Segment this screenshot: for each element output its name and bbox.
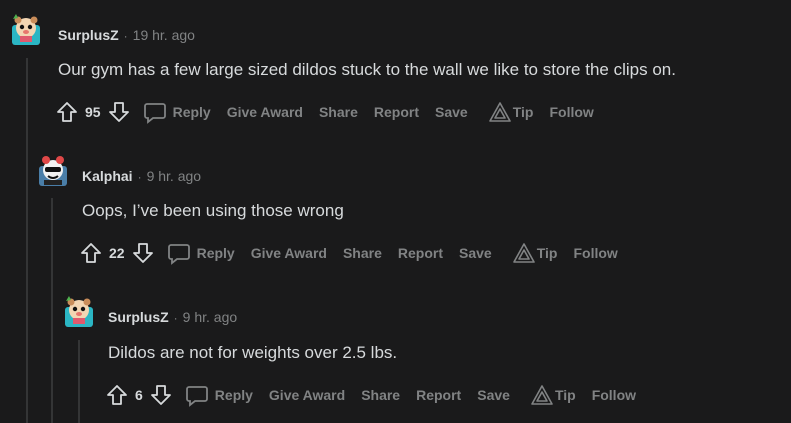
save-button[interactable]: Save — [435, 104, 468, 120]
comment-timestamp[interactable]: 19 hr. ago — [133, 27, 195, 43]
tip-label: Tip — [554, 387, 576, 403]
tip-label: Tip — [512, 104, 534, 120]
give-award-button[interactable]: Give Award — [269, 387, 345, 403]
report-button[interactable]: Report — [416, 387, 461, 403]
give-award-button[interactable]: Give Award — [227, 104, 303, 120]
follow-button[interactable]: Follow — [592, 387, 636, 403]
comment-actions: 95 Reply Give Award Share Report Save Ti… — [55, 98, 594, 126]
share-button[interactable]: Share — [319, 104, 358, 120]
comment-bubble-icon — [167, 244, 190, 265]
reply-button[interactable]: Reply — [167, 241, 235, 265]
reply-button[interactable]: Reply — [143, 100, 211, 124]
comment-author[interactable]: SurplusZ — [58, 27, 119, 43]
comment-body: Our gym has a few large sized dildos stu… — [58, 60, 676, 79]
share-button[interactable]: Share — [343, 245, 382, 261]
thread-line[interactable] — [78, 340, 80, 423]
thread-line[interactable] — [26, 58, 28, 423]
reply-label: Reply — [214, 387, 253, 403]
comment-body: Oops, I’ve been using those wrong — [82, 201, 344, 220]
comment-bubble-icon — [185, 386, 208, 407]
report-button[interactable]: Report — [374, 104, 419, 120]
vote-score: 95 — [85, 104, 101, 120]
save-button[interactable]: Save — [477, 387, 510, 403]
give-award-button[interactable]: Give Award — [251, 245, 327, 261]
tip-button[interactable]: Tip — [530, 384, 576, 406]
comment-actions: 6 Reply Give Award Share Report Save Tip… — [105, 381, 636, 409]
tip-triangle-icon — [488, 102, 511, 122]
vote-score: 22 — [109, 245, 125, 261]
follow-button[interactable]: Follow — [549, 104, 593, 120]
tip-triangle-icon — [531, 385, 553, 405]
vote-score: 6 — [135, 387, 143, 403]
thread-line[interactable] — [51, 198, 53, 423]
avatar[interactable] — [9, 13, 43, 47]
follow-button[interactable]: Follow — [573, 245, 617, 261]
comment-actions: 22 Reply Give Award Share Report Save Ti… — [79, 239, 618, 267]
upvote-icon[interactable] — [55, 100, 79, 124]
downvote-icon[interactable] — [131, 241, 155, 265]
comment-body: Dildos are not for weights over 2.5 lbs. — [108, 343, 398, 362]
comment-timestamp[interactable]: 9 hr. ago — [183, 309, 238, 325]
meta-separator: · — [137, 170, 142, 184]
comment-author[interactable]: Kalphai — [82, 168, 133, 184]
report-button[interactable]: Report — [398, 245, 443, 261]
reply-button[interactable]: Reply — [185, 383, 253, 407]
meta-separator: · — [173, 311, 178, 325]
reply-label: Reply — [196, 245, 235, 261]
upvote-icon[interactable] — [105, 383, 129, 407]
tip-triangle-icon — [512, 243, 535, 263]
avatar[interactable] — [62, 295, 96, 329]
reply-label: Reply — [172, 104, 211, 120]
downvote-icon[interactable] — [149, 383, 173, 407]
share-button[interactable]: Share — [361, 387, 400, 403]
tip-label: Tip — [536, 245, 558, 261]
save-button[interactable]: Save — [459, 245, 492, 261]
tip-button[interactable]: Tip — [488, 101, 534, 123]
downvote-icon[interactable] — [107, 100, 131, 124]
upvote-icon[interactable] — [79, 241, 103, 265]
tip-button[interactable]: Tip — [512, 242, 558, 264]
meta-separator: · — [123, 29, 128, 43]
avatar[interactable] — [36, 154, 70, 188]
comment-timestamp[interactable]: 9 hr. ago — [147, 168, 202, 184]
comment-bubble-icon — [143, 103, 166, 124]
comment-author[interactable]: SurplusZ — [108, 309, 169, 325]
